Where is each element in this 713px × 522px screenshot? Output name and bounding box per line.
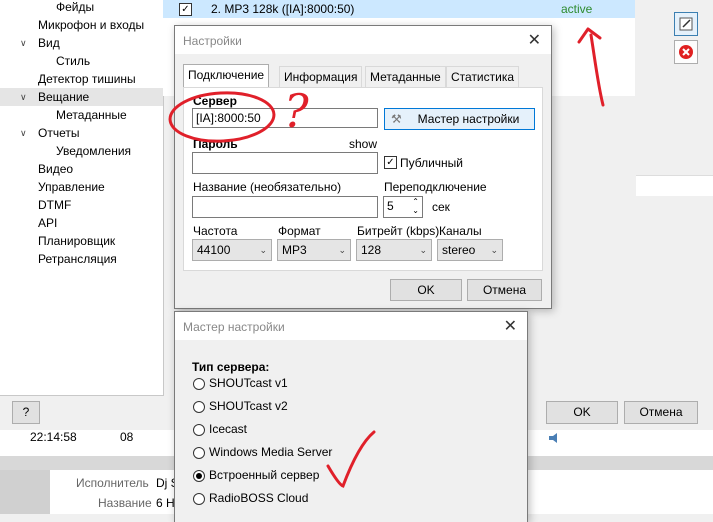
annotation-circle [168, 91, 276, 143]
annotation-arrow-head [577, 27, 602, 44]
annotation-arrow-shaft [589, 33, 605, 107]
annotation-question: ? [284, 84, 309, 138]
checkmark-icon [326, 430, 376, 488]
annotation-layer [168, 27, 605, 488]
